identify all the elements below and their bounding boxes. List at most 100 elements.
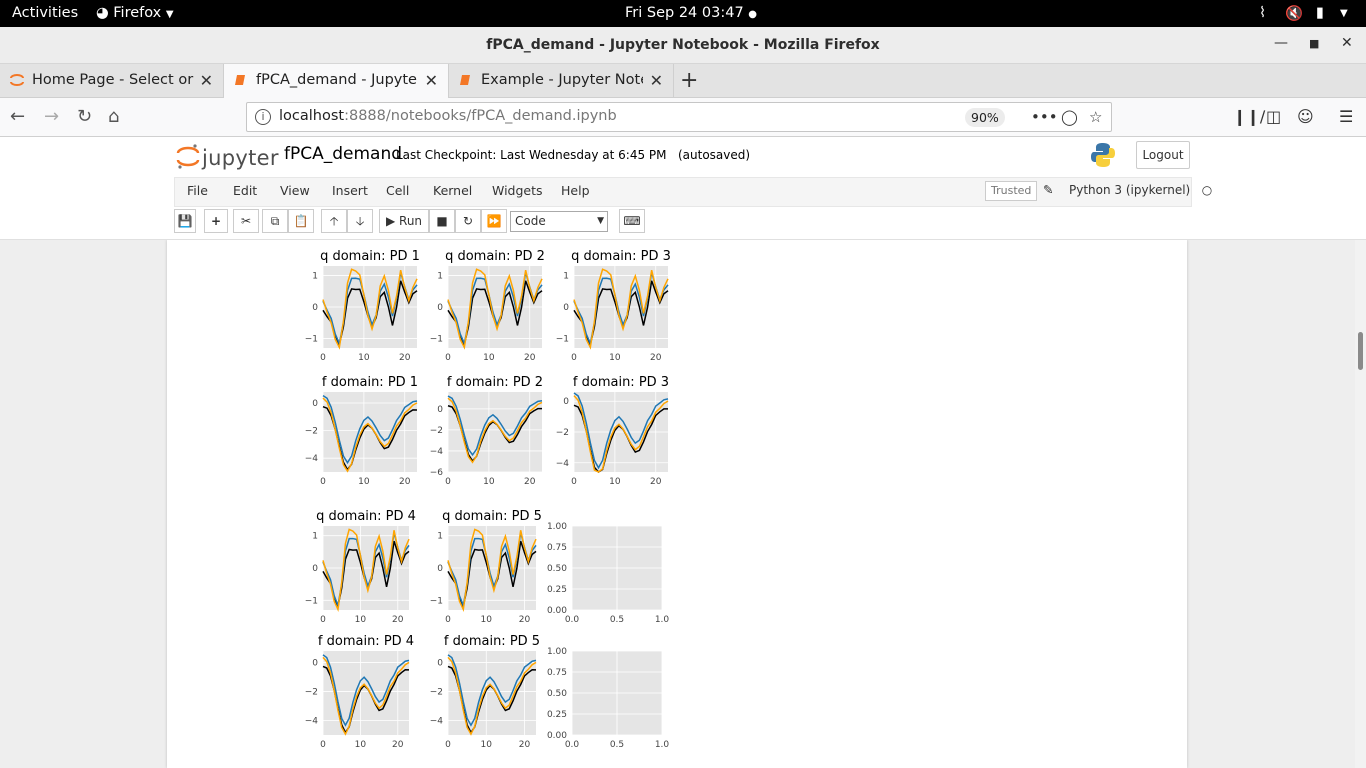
y-tick-label: 1 xyxy=(437,271,443,281)
restart-button[interactable]: ↻ xyxy=(455,209,481,233)
url-text[interactable]: localhost:8888/notebooks/fPCA_demand.ipy… xyxy=(279,108,617,124)
close-tab-icon[interactable]: ✕ xyxy=(425,71,438,90)
fast-forward-icon: ⏩ xyxy=(486,214,502,228)
kernel-indicator[interactable]: Python 3 (ipykernel) ○ xyxy=(1069,183,1212,197)
notification-dot-icon: ● xyxy=(748,9,758,20)
y-tick-label: 1 xyxy=(312,532,318,542)
wifi-icon[interactable]: ⌇ xyxy=(1259,5,1266,21)
y-tick-label: −1 xyxy=(430,596,443,606)
tab-home-page[interactable]: Home Page - Select or cr ✕ xyxy=(0,64,224,98)
y-tick-label: 0 xyxy=(563,397,569,407)
y-tick-label: 0.50 xyxy=(547,689,567,699)
y-tick-label: 0.25 xyxy=(547,710,567,720)
x-tick-label: 10 xyxy=(609,353,621,363)
cell-type-select[interactable]: Code ▼ xyxy=(510,211,608,232)
tab-example[interactable]: Example - Jupyter Notebo ✕ xyxy=(449,64,674,98)
paste-button[interactable]: 📋 xyxy=(288,209,314,233)
python-logo-icon xyxy=(1091,143,1115,167)
menu-cell[interactable]: Cell xyxy=(386,183,409,198)
home-icon[interactable]: ⌂ xyxy=(108,106,119,127)
notebook-name[interactable]: fPCA_demand xyxy=(284,144,402,164)
x-tick-label: 20 xyxy=(399,477,411,487)
move-up-button[interactable]: 🡡 xyxy=(321,209,347,233)
paste-icon: 📋 xyxy=(293,214,309,228)
y-tick-label: 0 xyxy=(563,303,569,313)
copy-button[interactable]: ⧉ xyxy=(262,209,288,233)
menu-widgets[interactable]: Widgets xyxy=(492,183,543,198)
new-tab-button[interactable]: + xyxy=(680,68,698,93)
logout-button[interactable]: Logout xyxy=(1136,141,1190,169)
reload-icon[interactable]: ↻ xyxy=(77,106,92,127)
move-down-button[interactable]: 🡣 xyxy=(347,209,373,233)
y-tick-label: 0 xyxy=(312,399,318,409)
menu-file[interactable]: File xyxy=(187,183,208,198)
menu-help[interactable]: Help xyxy=(561,183,590,198)
subplot-title: q domain: PD 4 xyxy=(316,509,416,524)
menu-view[interactable]: View xyxy=(280,183,310,198)
y-tick-label: 0.75 xyxy=(547,668,567,678)
pocket-icon[interactable]: ◯ xyxy=(1061,108,1078,126)
sidebar-icon[interactable]: ◫ xyxy=(1266,107,1281,126)
notebook-tab-icon xyxy=(235,75,245,85)
system-menu-chevron-icon[interactable]: ▼ xyxy=(1340,8,1348,19)
jupyter-header: jupyter fPCA_demand Last Checkpoint: Las… xyxy=(0,137,1366,240)
save-button[interactable]: 💾 xyxy=(174,209,196,233)
menu-insert[interactable]: Insert xyxy=(332,183,368,198)
zoom-level-badge[interactable]: 90% xyxy=(965,108,1005,127)
url-bar[interactable]: i localhost:8888/notebooks/fPCA_demand.i… xyxy=(246,102,1112,132)
restart-run-all-button[interactable]: ⏩ xyxy=(481,209,507,233)
y-tick-label: −6 xyxy=(430,468,444,478)
x-tick-label: 0.5 xyxy=(610,615,624,625)
trusted-indicator[interactable]: Trusted xyxy=(985,181,1038,201)
account-icon[interactable]: ☺ xyxy=(1297,107,1314,126)
forward-arrow-icon[interactable]: → xyxy=(44,106,59,127)
jupyter-tab-icon xyxy=(10,74,24,86)
x-tick-label: 0.0 xyxy=(565,615,580,625)
interrupt-button[interactable]: ■ xyxy=(429,209,455,233)
edit-pencil-icon[interactable]: ✎ xyxy=(1043,182,1053,197)
maximize-button[interactable]: ■ xyxy=(1309,37,1319,50)
x-tick-label: 20 xyxy=(399,353,411,363)
x-tick-label: 1.0 xyxy=(655,740,670,750)
bookmark-star-icon[interactable]: ☆ xyxy=(1089,108,1102,126)
x-tick-label: 10 xyxy=(481,740,493,750)
menu-kernel[interactable]: Kernel xyxy=(433,183,472,198)
minimize-button[interactable]: — xyxy=(1274,35,1288,51)
subplot-title: q domain: PD 2 xyxy=(445,249,545,264)
menu-edit[interactable]: Edit xyxy=(233,183,257,198)
tab-label: Example - Jupyter Notebo xyxy=(481,72,643,88)
cell-output-figure: 0 10 2010−1q domain: PD 10 10 2010−1q domain… xyxy=(305,249,671,750)
y-tick-label: 0.00 xyxy=(547,606,567,616)
arrow-up-icon: 🡡 xyxy=(329,214,339,228)
site-info-icon[interactable]: i xyxy=(255,109,271,125)
battery-icon[interactable]: ▮ xyxy=(1316,5,1324,21)
back-arrow-icon[interactable]: ← xyxy=(10,106,25,127)
y-tick-label: 1.00 xyxy=(547,522,567,532)
activities-button[interactable]: Activities xyxy=(12,5,78,21)
x-tick-label: 10 xyxy=(358,477,370,487)
page-actions-icon[interactable]: ••• xyxy=(1031,108,1058,126)
page-scrollbar[interactable] xyxy=(1355,240,1366,768)
command-palette-button[interactable]: ⌨ xyxy=(619,209,645,233)
insert-cell-button[interactable]: + xyxy=(204,209,228,233)
y-tick-label: 0 xyxy=(437,659,443,669)
close-window-button[interactable]: ✕ xyxy=(1341,35,1353,51)
x-tick-label: 20 xyxy=(650,477,662,487)
cut-button[interactable]: ✂ xyxy=(233,209,259,233)
library-icon[interactable]: ❙❙∕ xyxy=(1233,107,1265,126)
close-tab-icon[interactable]: ✕ xyxy=(650,71,663,90)
y-tick-label: 0.25 xyxy=(547,585,567,595)
clock[interactable]: Fri Sep 24 03:47 ● xyxy=(625,5,757,21)
notebook-tab-icon xyxy=(460,75,470,85)
run-button[interactable]: ▶ Run xyxy=(379,209,429,233)
y-tick-label: 0.50 xyxy=(547,564,567,574)
firefox-app-menu[interactable]: ◕ Firefox ▼ xyxy=(96,5,174,21)
y-tick-label: 0 xyxy=(312,303,318,313)
volume-muted-icon[interactable]: 🔇 xyxy=(1285,5,1303,22)
x-tick-label: 0 xyxy=(571,353,577,363)
hamburger-menu-icon[interactable]: ☰ xyxy=(1339,107,1353,126)
kernel-idle-icon: ○ xyxy=(1201,183,1213,197)
tab-fpca-demand[interactable]: fPCA_demand - Jupyter N ✕ xyxy=(224,64,449,98)
close-tab-icon[interactable]: ✕ xyxy=(200,71,213,90)
scrollbar-thumb[interactable] xyxy=(1358,332,1363,370)
